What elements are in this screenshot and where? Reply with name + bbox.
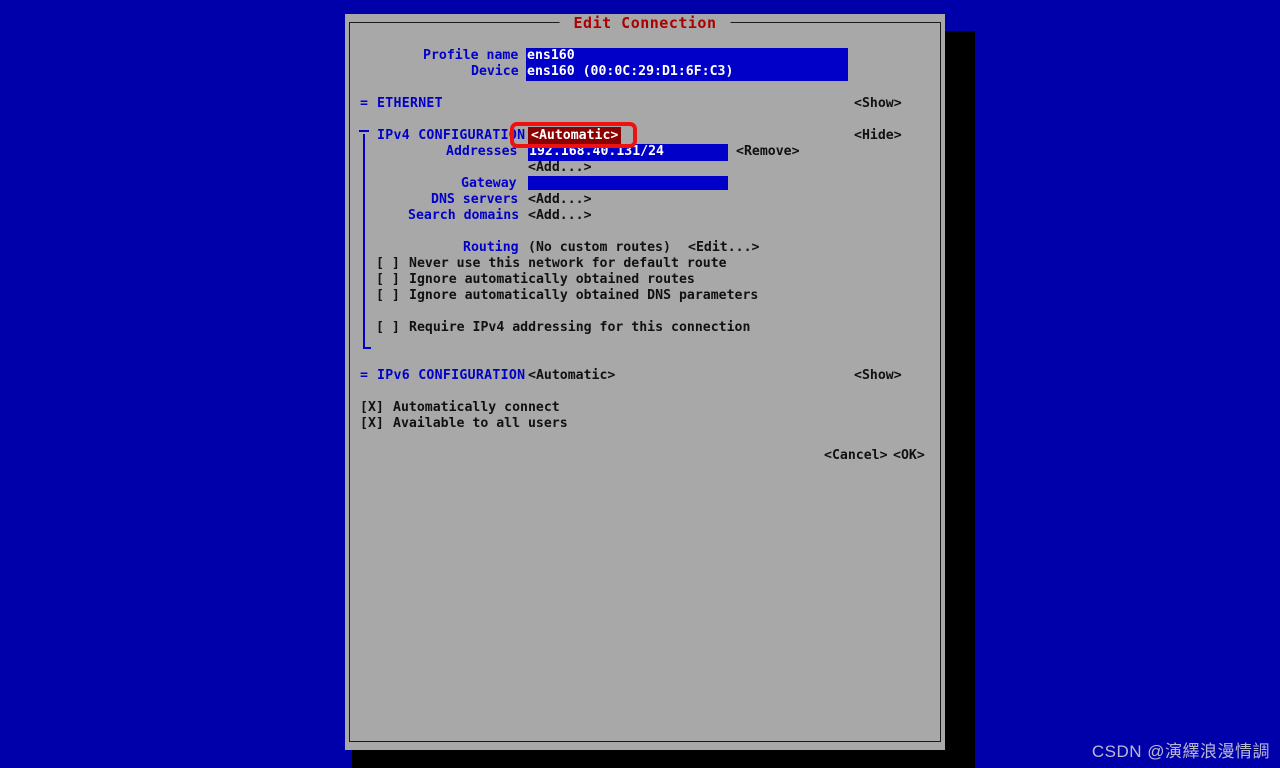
device-label: Device: [471, 64, 519, 79]
dns-servers-add-button[interactable]: <Add...>: [528, 192, 592, 208]
profile-name-label: Profile name: [423, 48, 519, 63]
terminal-shadow-right: [944, 31, 975, 750]
checkbox-ignore-routes-label[interactable]: Ignore automatically obtained routes: [409, 272, 695, 288]
ethernet-section-marker[interactable]: =: [360, 96, 368, 112]
checkbox-ignore-dns-label[interactable]: Ignore automatically obtained DNS parame…: [409, 288, 758, 304]
checkbox-never-default-route-label[interactable]: Never use this network for default route: [409, 256, 727, 272]
device-input[interactable]: ens160 (00:0C:29:D1:6F:C3): [526, 64, 848, 81]
routing-label: Routing: [463, 240, 519, 255]
routing-status: (No custom routes): [528, 240, 671, 255]
routing-edit-button[interactable]: <Edit...>: [688, 240, 759, 256]
screen: Edit Connection Profile name ens160 Devi…: [0, 0, 1280, 768]
ipv6-show-toggle[interactable]: <Show>: [854, 368, 902, 384]
addresses-remove-button[interactable]: <Remove>: [736, 144, 800, 160]
profile-name-input[interactable]: ens160: [526, 48, 848, 65]
gateway-input[interactable]: [528, 176, 728, 190]
search-domains-add-button[interactable]: <Add...>: [528, 208, 592, 224]
checkbox-ignore-dns-mark[interactable]: [ ]: [376, 288, 400, 304]
ok-button[interactable]: <OK>: [893, 448, 925, 464]
gateway-label: Gateway: [461, 176, 517, 191]
search-domains-label: Search domains: [408, 208, 520, 223]
checkbox-require-ipv4-mark[interactable]: [ ]: [376, 320, 400, 336]
ipv4-tree-top-bar: [359, 130, 369, 132]
checkbox-auto-connect-mark[interactable]: [X]: [360, 400, 384, 416]
addresses-add-button[interactable]: <Add...>: [528, 160, 592, 176]
ipv6-section-label[interactable]: IPv6 CONFIGURATION: [377, 368, 525, 384]
ipv4-tree-line: [363, 134, 365, 349]
checkbox-auto-connect-label[interactable]: Automatically connect: [393, 400, 560, 416]
checkbox-never-default-route-mark[interactable]: [ ]: [376, 256, 400, 272]
ethernet-section-label[interactable]: ETHERNET: [377, 96, 443, 112]
ipv4-tree-line-foot: [363, 347, 371, 349]
checkbox-all-users-label[interactable]: Available to all users: [393, 416, 568, 432]
cancel-button[interactable]: <Cancel>: [824, 448, 888, 464]
ipv4-hide-toggle[interactable]: <Hide>: [854, 128, 902, 144]
checkbox-require-ipv4-label[interactable]: Require IPv4 addressing for this connect…: [409, 320, 750, 336]
watermark-text: CSDN @演繹浪漫情調: [1091, 742, 1270, 761]
addresses-input[interactable]: 192.168.40.131/24: [528, 144, 728, 161]
ethernet-show-toggle[interactable]: <Show>: [854, 96, 902, 112]
dns-servers-label: DNS servers: [431, 192, 519, 207]
dialog-content: Profile name ens160 Device ens160 (00:0C…: [350, 36, 940, 736]
ipv4-mode-select[interactable]: <Automatic>: [528, 127, 622, 145]
ipv6-mode-select[interactable]: <Automatic>: [528, 368, 615, 384]
checkbox-ignore-routes-mark[interactable]: [ ]: [376, 272, 400, 288]
addresses-label: Addresses: [446, 144, 518, 159]
ipv4-section-label[interactable]: IPv4 CONFIGURATION: [377, 128, 525, 144]
checkbox-all-users-mark[interactable]: [X]: [360, 416, 384, 432]
ipv6-section-marker[interactable]: =: [360, 368, 368, 384]
